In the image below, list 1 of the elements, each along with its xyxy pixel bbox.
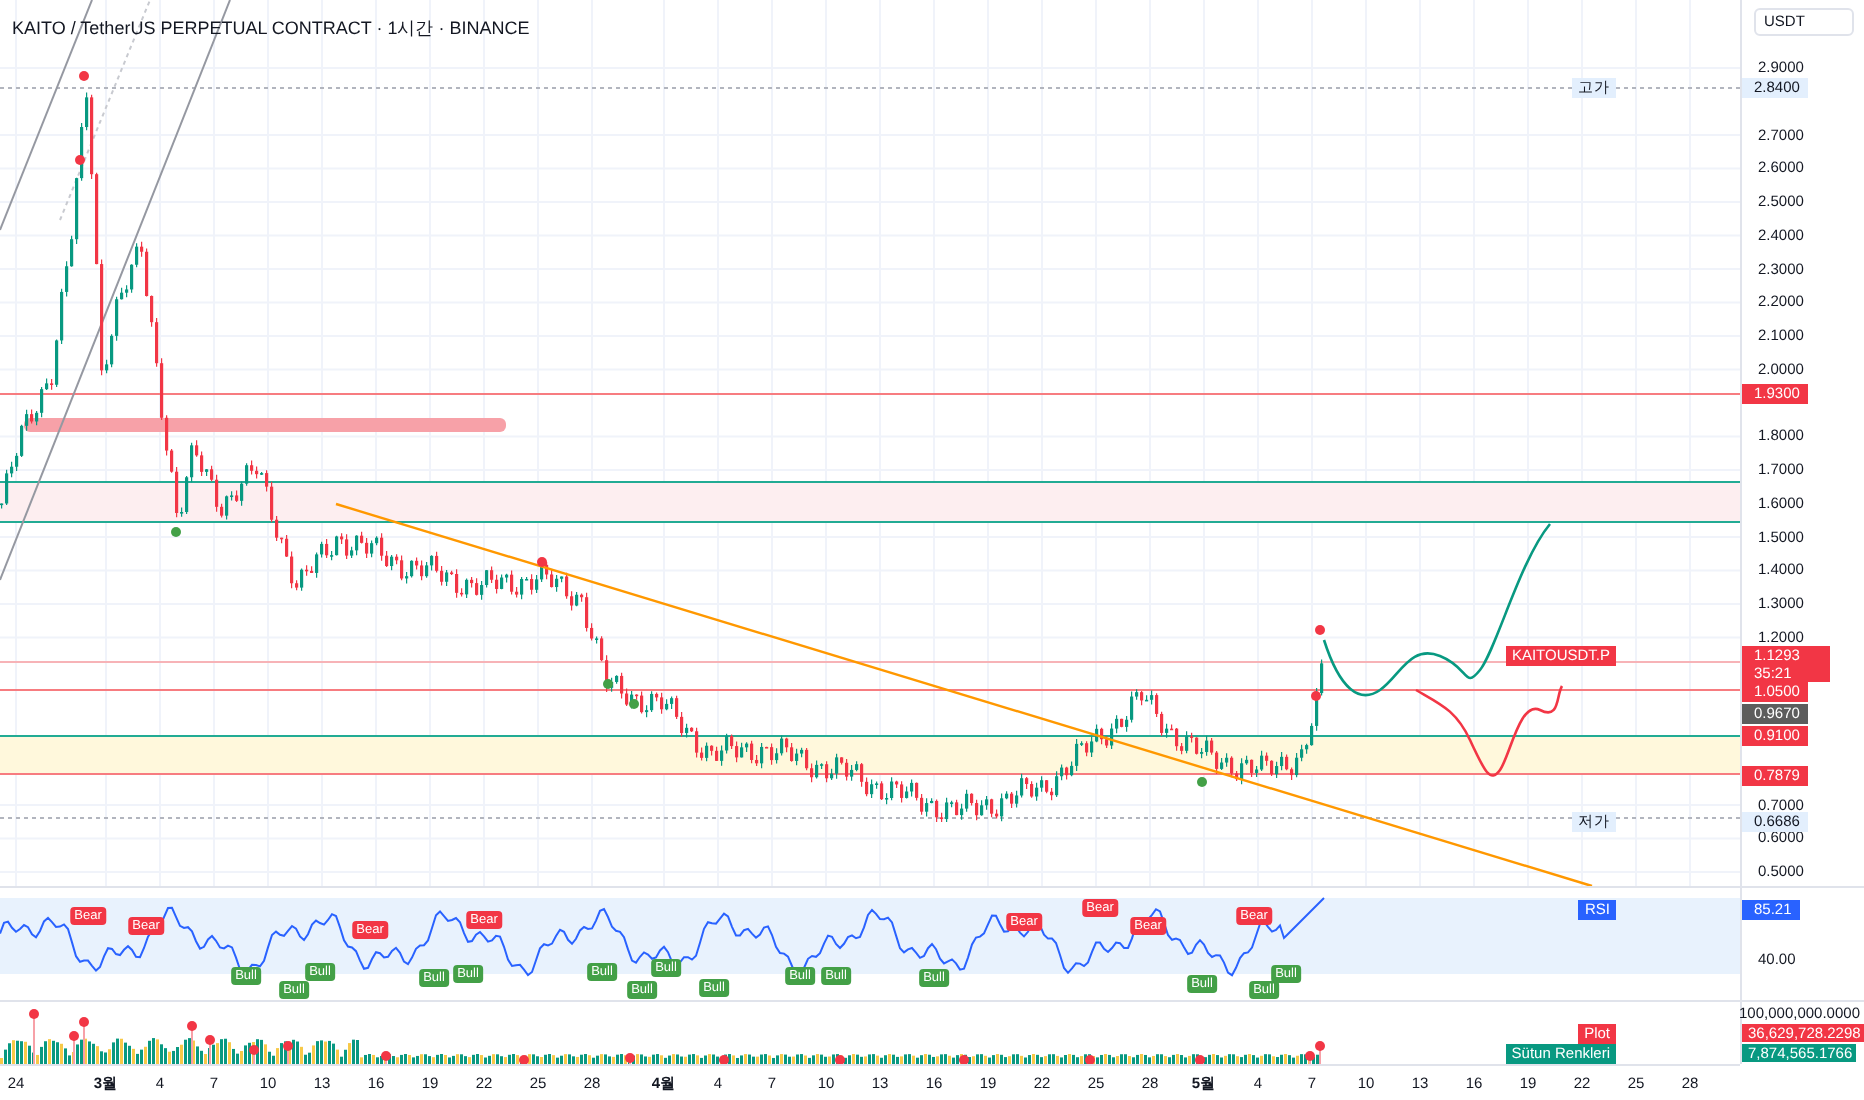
- chart-title: KAITO / TetherUS PERPETUAL CONTRACT · 1시간 · BINANCE: [12, 16, 530, 42]
